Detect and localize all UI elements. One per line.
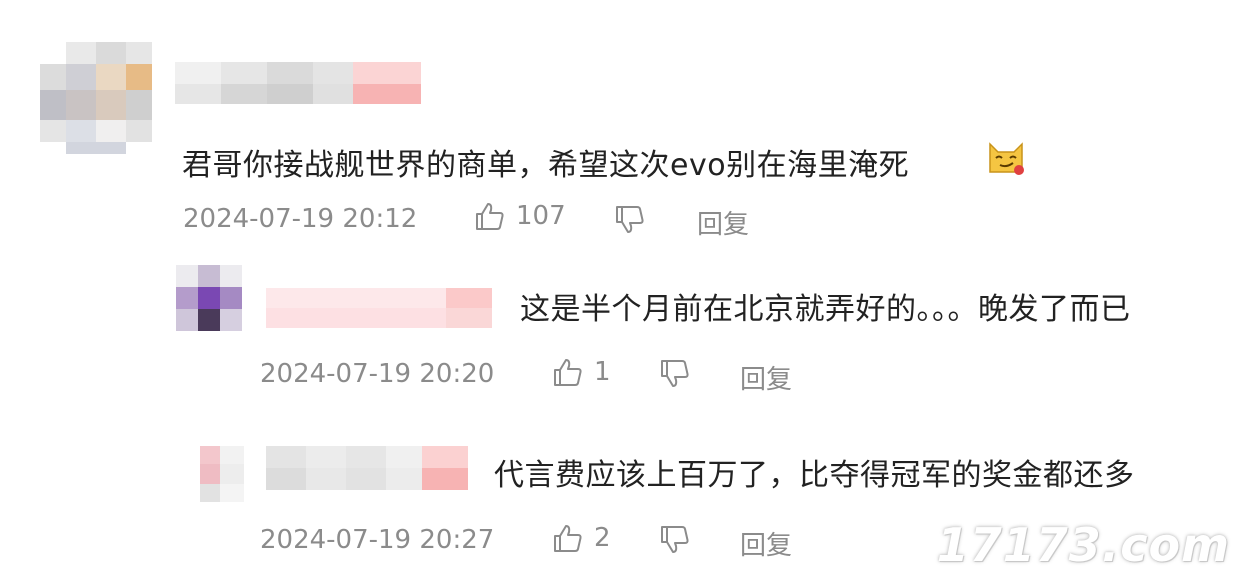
like-button[interactable]: 107 (474, 200, 566, 232)
comment-time: 2024-07-19 20:12 (183, 204, 418, 234)
thumbs-down-icon (661, 526, 689, 553)
thumbs-up-icon (554, 525, 582, 552)
reply-button[interactable]: 回复 (697, 204, 749, 241)
like-count: 2 (594, 523, 611, 553)
comment-text: 这是半个月前在北京就弄好的。。。晚发了而已 (520, 292, 1131, 327)
reply-button[interactable]: 回复 (740, 525, 792, 562)
dislike-button[interactable] (659, 524, 691, 556)
avatar[interactable] (200, 446, 244, 502)
like-button[interactable]: 1 (552, 356, 611, 388)
comment-text: 代言费应该上百万了，比夺得冠军的奖金都还多 (494, 458, 1135, 493)
thumbs-down-icon (616, 206, 644, 233)
thumbs-down-icon (661, 360, 689, 387)
smirking-cat-emoji (989, 142, 1024, 175)
avatar[interactable] (176, 265, 242, 331)
like-count: 1 (594, 357, 611, 387)
comment-text: 君哥你接战舰世界的商单，希望这次evo别在海里淹死 (182, 148, 910, 183)
dislike-button[interactable] (614, 204, 646, 236)
comment-time: 2024-07-19 20:27 (260, 525, 495, 555)
thumbs-up-icon (554, 359, 582, 386)
comment-time: 2024-07-19 20:20 (260, 359, 495, 389)
username-blurred[interactable] (266, 288, 492, 328)
reply-button[interactable]: 回复 (740, 359, 792, 396)
like-count: 107 (516, 201, 566, 231)
dislike-button[interactable] (659, 358, 691, 390)
thumbs-up-icon (476, 203, 504, 230)
avatar[interactable] (40, 42, 152, 154)
username-blurred[interactable] (266, 446, 468, 490)
username-blurred[interactable] (175, 62, 421, 104)
like-button[interactable]: 2 (552, 522, 611, 554)
watermark: 17173.com (936, 518, 1230, 572)
